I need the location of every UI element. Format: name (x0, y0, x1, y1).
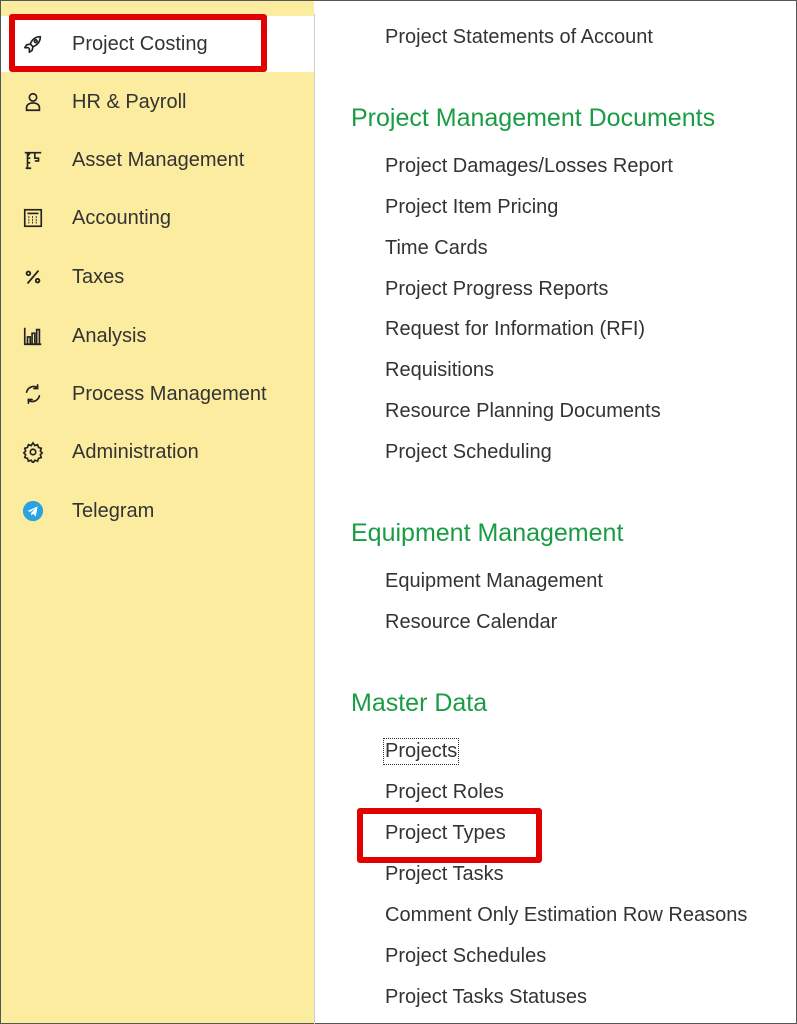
crane-icon (21, 148, 45, 172)
sidebar-item-label: Analysis (72, 324, 147, 347)
sidebar-item-administration[interactable]: Administration (1, 430, 314, 474)
sidebar: Project Costing HR & Payroll Asset Manag… (1, 1, 314, 1023)
sidebar-item-analysis[interactable]: Analysis (1, 314, 314, 358)
link-project-scheduling[interactable]: Project Scheduling (385, 441, 552, 464)
link-project-tasks[interactable]: Project Tasks (385, 863, 504, 886)
sidebar-item-hr-payroll[interactable]: HR & Payroll (1, 80, 314, 124)
link-resource-calendar[interactable]: Resource Calendar (385, 611, 557, 634)
section-title-master-data: Master Data (351, 689, 488, 717)
sidebar-item-asset-management[interactable]: Asset Management (1, 138, 314, 182)
link-project-roles[interactable]: Project Roles (385, 781, 504, 804)
sidebar-item-label: Accounting (72, 206, 171, 229)
link-request-for-information[interactable]: Request for Information (RFI) (385, 318, 645, 341)
sidebar-item-process-management[interactable]: Process Management (1, 372, 314, 416)
telegram-icon (21, 499, 45, 523)
link-equipment-management[interactable]: Equipment Management (385, 570, 603, 593)
sidebar-item-label: Administration (72, 440, 199, 463)
percent-icon (21, 265, 45, 289)
calculator-icon (21, 206, 45, 230)
link-project-item-pricing[interactable]: Project Item Pricing (385, 196, 558, 219)
sidebar-item-telegram[interactable]: Telegram (1, 489, 314, 533)
link-project-damages-losses-report[interactable]: Project Damages/Losses Report (385, 155, 673, 178)
link-comment-only-estimation-row-reasons[interactable]: Comment Only Estimation Row Reasons (385, 904, 747, 927)
cycle-icon (21, 382, 45, 406)
link-resource-planning-documents[interactable]: Resource Planning Documents (385, 400, 661, 423)
sidebar-item-label: Taxes (72, 265, 125, 288)
highlight-box-project-costing (9, 14, 267, 72)
sidebar-item-label: Process Management (72, 382, 267, 405)
person-icon (21, 90, 45, 114)
section-title-project-management-documents: Project Management Documents (351, 104, 716, 132)
highlight-box-project-types (357, 808, 542, 863)
sidebar-item-taxes[interactable]: Taxes (1, 255, 314, 299)
link-projects[interactable]: Projects (382, 738, 460, 765)
sidebar-item-accounting[interactable]: Accounting (1, 196, 314, 240)
sidebar-item-label: Telegram (72, 499, 155, 522)
link-project-tasks-statuses[interactable]: Project Tasks Statuses (385, 986, 587, 1009)
gear-icon (21, 440, 45, 464)
bar-chart-icon (21, 324, 45, 348)
link-project-schedules[interactable]: Project Schedules (385, 945, 546, 968)
link-project-statements-of-account[interactable]: Project Statements of Account (385, 26, 653, 49)
sidebar-item-label: HR & Payroll (72, 90, 187, 113)
section-title-equipment-management: Equipment Management (351, 519, 624, 547)
link-time-cards[interactable]: Time Cards (385, 237, 488, 260)
sidebar-item-label: Asset Management (72, 148, 245, 171)
module-menu-panel: Project Statements of Account Project Ma… (315, 0, 797, 1024)
link-requisitions[interactable]: Requisitions (385, 359, 494, 382)
link-project-progress-reports[interactable]: Project Progress Reports (385, 278, 608, 301)
